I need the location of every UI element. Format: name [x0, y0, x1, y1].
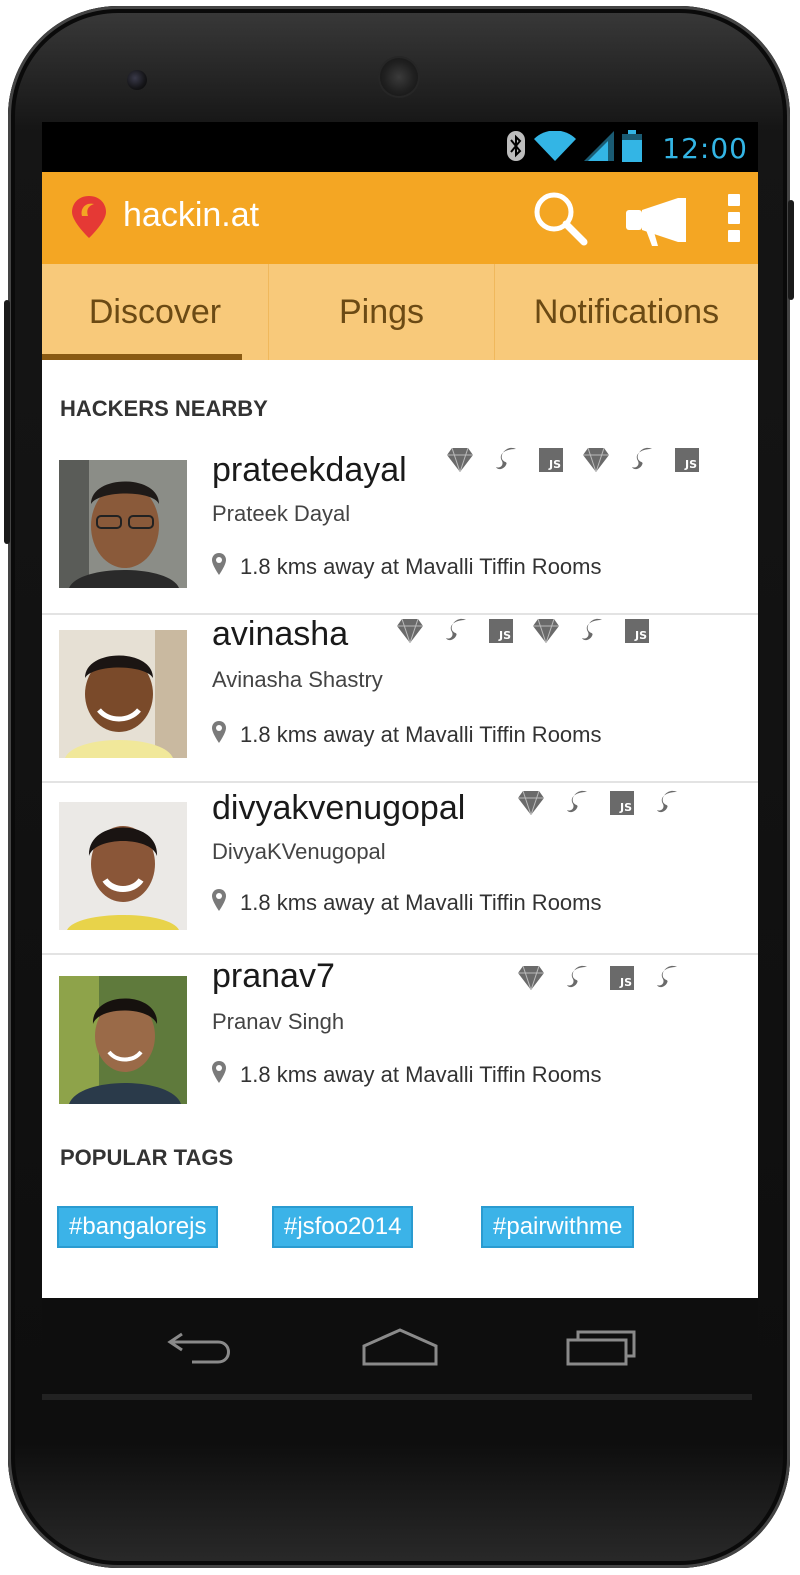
back-icon[interactable]: [166, 1326, 236, 1372]
tab-discover-label: Discover: [88, 292, 222, 331]
screen: 12:00 hackin.at Discover Pings Notificat…: [42, 122, 758, 1298]
avatar: [59, 460, 187, 588]
app-bar: hackin.at: [42, 172, 758, 264]
hacker-location: 1.8 kms away at Mavalli Tiffin Rooms: [212, 553, 602, 581]
battery-icon: [622, 130, 643, 166]
volume-button: [4, 300, 10, 544]
sass-icon: [654, 965, 680, 991]
sass-icon: [443, 618, 469, 644]
map-pin-icon: [212, 889, 226, 917]
hacker-row[interactable]: avinasha Avinasha Shastry 1.8 kms away a…: [42, 615, 758, 783]
skill-icons: JS JS: [397, 618, 649, 644]
javascript-icon: JS: [625, 619, 649, 643]
javascript-icon: JS: [610, 966, 634, 990]
map-pin-icon: [212, 553, 226, 581]
javascript-icon: JS: [489, 619, 513, 643]
location-pin-logo-icon: [70, 194, 108, 244]
hacker-handle: divyakvenugopal: [212, 789, 466, 827]
popular-tags-heading: POPULAR TAGS: [60, 1145, 234, 1170]
hacker-location: 1.8 kms away at Mavalli Tiffin Rooms: [212, 721, 602, 749]
earpiece-speaker: [380, 58, 418, 96]
hacker-location-text: 1.8 kms away at Mavalli Tiffin Rooms: [240, 554, 602, 579]
status-time: 12:00: [662, 131, 748, 165]
hacker-location-text: 1.8 kms away at Mavalli Tiffin Rooms: [240, 890, 602, 915]
hacker-name: Pranav Singh: [212, 1009, 345, 1034]
hacker-handle: avinasha: [212, 615, 349, 653]
wifi-icon: [534, 130, 577, 165]
hacker-name: DivyaKVenugopal: [212, 839, 386, 864]
map-pin-icon: [212, 721, 226, 749]
avatar: [59, 802, 187, 930]
app-title: hackin.at: [123, 196, 260, 234]
tab-pings[interactable]: Pings: [268, 264, 494, 360]
ruby-icon: [518, 790, 544, 816]
bezel-divider: [42, 1394, 752, 1400]
megaphone-icon[interactable]: [624, 196, 690, 252]
ruby-icon: [533, 618, 559, 644]
hacker-handle: prateekdayal: [212, 451, 407, 489]
search-icon[interactable]: [532, 190, 588, 250]
tab-bar: Discover Pings Notifications: [42, 264, 758, 360]
tab-discover[interactable]: Discover: [42, 264, 268, 360]
javascript-icon: JS: [675, 448, 699, 472]
system-nav-bar: [42, 1298, 758, 1394]
hackers-nearby-heading: HACKERS NEARBY: [60, 396, 268, 421]
tab-notifications-label: Notifications: [533, 292, 720, 331]
skill-icons: JS JS: [447, 447, 699, 473]
sass-icon: [564, 790, 590, 816]
javascript-icon: JS: [610, 791, 634, 815]
map-pin-icon: [212, 1061, 226, 1089]
hacker-handle: pranav7: [212, 957, 335, 995]
hacker-location: 1.8 kms away at Mavalli Tiffin Rooms: [212, 889, 602, 917]
javascript-icon: JS: [539, 448, 563, 472]
ruby-icon: [397, 618, 423, 644]
hacker-row[interactable]: pranav7 Pranav Singh 1.8 kms away at Mav…: [42, 955, 758, 1105]
tag-bangalorejs[interactable]: #bangalorejs: [57, 1206, 219, 1248]
recent-apps-icon[interactable]: [566, 1326, 638, 1372]
bluetooth-icon: [506, 131, 526, 165]
power-button: [788, 200, 794, 300]
ruby-icon: [583, 447, 609, 473]
hacker-location: 1.8 kms away at Mavalli Tiffin Rooms: [212, 1061, 602, 1089]
skill-icons: JS: [518, 790, 680, 816]
hacker-row[interactable]: divyakvenugopal DivyaKVenugopal 1.8 kms …: [42, 783, 758, 955]
hacker-name: Prateek Dayal: [212, 501, 351, 526]
hacker-name: Avinasha Shastry: [212, 667, 383, 692]
hacker-location-text: 1.8 kms away at Mavalli Tiffin Rooms: [240, 722, 602, 747]
sass-icon: [654, 790, 680, 816]
avatar: [59, 630, 187, 758]
sass-icon: [629, 447, 655, 473]
status-bar: 12:00: [42, 122, 758, 172]
tab-pings-label: Pings: [338, 292, 425, 331]
sass-icon: [493, 447, 519, 473]
tab-notifications[interactable]: Notifications: [494, 264, 758, 360]
ruby-icon: [447, 447, 473, 473]
signal-icon: [584, 131, 615, 165]
ruby-icon: [518, 965, 544, 991]
overflow-menu-icon[interactable]: [724, 194, 744, 242]
hacker-row[interactable]: prateekdayal Prateek Dayal 1.8 kms away …: [42, 445, 758, 615]
front-camera: [127, 70, 147, 90]
hacker-location-text: 1.8 kms away at Mavalli Tiffin Rooms: [240, 1062, 602, 1087]
home-icon[interactable]: [362, 1326, 438, 1372]
skill-icons: JS: [518, 965, 680, 991]
avatar: [59, 976, 187, 1104]
sass-icon: [579, 618, 605, 644]
sass-icon: [564, 965, 590, 991]
tag-pairwithme[interactable]: #pairwithme: [481, 1206, 635, 1248]
tag-jsfoo2014[interactable]: #jsfoo2014: [272, 1206, 414, 1248]
